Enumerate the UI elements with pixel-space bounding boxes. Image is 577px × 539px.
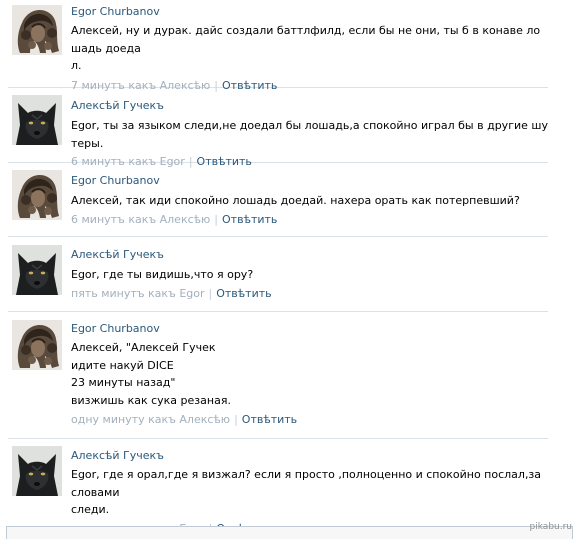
separator: | xyxy=(234,413,238,426)
comment: Алексѣй Гучекъ Egor, ты за языком следи,… xyxy=(8,88,548,168)
separator: | xyxy=(208,286,213,300)
comment-author[interactable]: Egor Churbanov xyxy=(71,174,548,188)
comment-text: Egor, ты за языком следи,не доедал бы ло… xyxy=(71,119,548,150)
black-wolf-photo-icon xyxy=(12,95,62,145)
comment-author[interactable]: Egor Churbanov xyxy=(71,5,548,19)
curly-hair-photo-icon xyxy=(12,320,62,370)
comment-author[interactable]: Алексѣй Гучекъ xyxy=(71,248,548,262)
black-wolf-photo-icon xyxy=(12,245,62,295)
comment-text: Egor, где ты видишь,что я ору? xyxy=(71,268,254,281)
comment-author[interactable]: Алексѣй Гучекъ xyxy=(71,449,548,463)
avatar[interactable] xyxy=(12,320,62,370)
comment-timestamp[interactable]: пять минутъ какъ Egor xyxy=(71,287,205,300)
comment-timestamp[interactable]: 6 минутъ какъ Алексѣю xyxy=(71,213,210,226)
comment-author[interactable]: Алексѣй Гучекъ xyxy=(71,99,548,113)
comment: Egor Churbanov Алексей, "Алексей Гучек и… xyxy=(8,312,548,439)
comment: Egor Churbanov Алексей, так иди спокойно… xyxy=(8,163,548,237)
comment: Egor Churbanov Алексей, ну и дурак. дайс… xyxy=(8,0,548,92)
curly-hair-photo-icon xyxy=(12,5,62,55)
separator: | xyxy=(214,212,219,226)
comment-timestamp[interactable]: одну минуту какъ Алексѣю xyxy=(71,413,230,426)
comment-list: Egor Churbanov Алексей, ну и дурак. дайс… xyxy=(0,0,560,535)
comment-text: Алексей, так иди спокойно лошадь доедай.… xyxy=(71,194,520,207)
comment-text: Алексей, "Алексей Гучек идите накуй DICE… xyxy=(71,341,231,407)
avatar[interactable] xyxy=(12,170,62,220)
comment-meta: пять минутъ какъ Egor | Отвѣтить xyxy=(71,287,548,301)
avatar[interactable] xyxy=(12,446,62,496)
avatar[interactable] xyxy=(12,5,62,55)
reply-link[interactable]: Отвѣтить xyxy=(222,213,277,226)
comment: Алексѣй Гучекъ Egor, где я орал,где я ви… xyxy=(8,439,548,535)
comment-text: Egor, где я орал,где я визжал? если я пр… xyxy=(71,468,542,516)
black-wolf-photo-icon xyxy=(12,446,62,496)
avatar[interactable] xyxy=(12,95,62,145)
comment-input-box[interactable] xyxy=(6,526,573,539)
reply-link[interactable]: Отвѣтить xyxy=(216,287,271,300)
comment: Алексѣй Гучекъ Egor, где ты видишь,что я… xyxy=(8,237,548,312)
avatar[interactable] xyxy=(12,245,62,295)
curly-hair-photo-icon xyxy=(12,170,62,220)
comment-meta: 6 минутъ какъ Алексѣю | Отвѣтить xyxy=(71,213,548,227)
comment-author[interactable]: Egor Churbanov xyxy=(71,322,548,336)
comment-text: Алексей, ну и дурак. дайс создали баттлф… xyxy=(71,24,541,72)
reply-link[interactable]: Отвѣтить xyxy=(242,413,297,426)
comment-meta: одну минуту какъ Алексѣю | Отвѣтить xyxy=(71,413,548,427)
watermark: pikabu.ru xyxy=(529,522,572,532)
